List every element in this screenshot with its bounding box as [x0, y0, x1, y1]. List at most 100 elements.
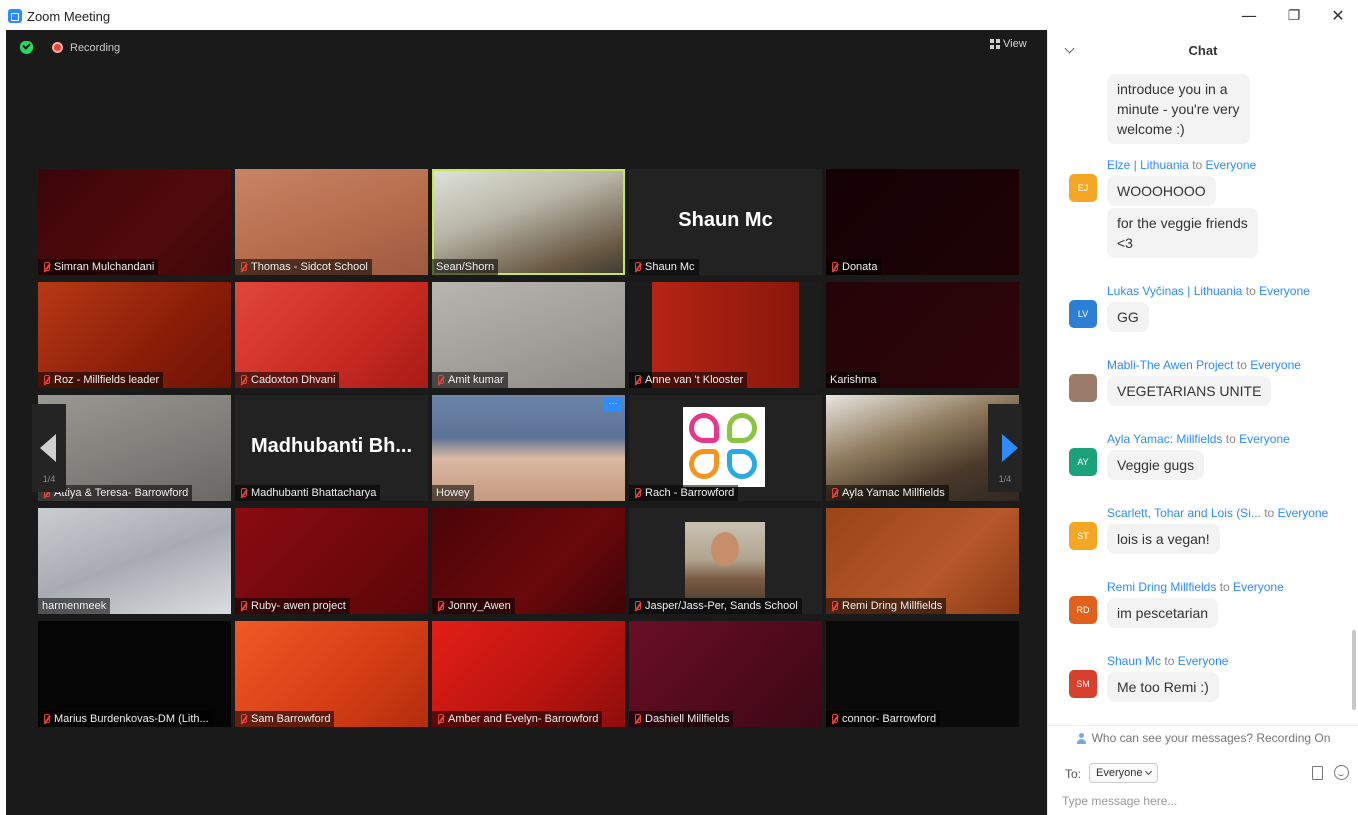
chat-sender-name[interactable]: Elze | Lithuania [1107, 158, 1189, 172]
participant-name-label: Sean/Shorn [432, 259, 499, 275]
participant-name: Attiya & Teresa- Barrowford [54, 487, 189, 499]
participant-name: harmenmeek [42, 600, 107, 612]
muted-microphone-icon [830, 487, 838, 499]
participant-name: Jonny_Awen [448, 600, 511, 612]
chat-sender-line: Lukas Vyčinas | Lithuania to Everyone [1107, 284, 1310, 298]
participant-tile[interactable]: Cadoxton Dhvani [235, 282, 428, 388]
participant-tile[interactable]: connor- Barrowford [826, 621, 1019, 727]
participant-name: Remi Dring Millfields [842, 600, 943, 612]
file-icon[interactable] [1312, 766, 1323, 780]
participant-name-label: Karishma [826, 372, 881, 388]
page-indicator: 1/4 [998, 474, 1012, 484]
chat-sender-line: Elze | Lithuania to Everyone [1107, 158, 1256, 172]
chat-sender-name[interactable]: Remi Dring Millfields [1107, 580, 1216, 594]
muted-microphone-icon [239, 261, 247, 273]
arrow-left-icon [40, 434, 56, 462]
chat-sender-line: Scarlett, Tohar and Lois (Si... to Every… [1107, 506, 1328, 520]
participant-name: Howey [436, 487, 470, 499]
chat-message-input[interactable] [1062, 790, 1347, 812]
close-button[interactable]: ✕ [1318, 4, 1358, 28]
zoom-logo-icon [8, 9, 22, 23]
participant-tile[interactable]: harmenmeek [38, 508, 231, 614]
participant-tile[interactable]: Ruby- awen project [235, 508, 428, 614]
chat-recipient: Everyone [1277, 506, 1329, 520]
chat-scrollbar[interactable] [1352, 630, 1356, 710]
video-gallery: Recording View Simran Mulchandani Thomas … [6, 30, 1047, 815]
chat-sender-name[interactable]: Scarlett, Tohar and Lois (Si... [1107, 506, 1261, 520]
participant-photo [685, 522, 765, 598]
participant-name-label: harmenmeek [38, 598, 111, 614]
chat-sender-line: Ayla Yamac: Millfields to Everyone [1107, 432, 1290, 446]
participant-display-name: Madhubanti Bh... [250, 435, 413, 457]
participant-tile[interactable]: Amber and Evelyn- Barrowford [432, 621, 625, 727]
participant-tile[interactable]: Amit kumar [432, 282, 625, 388]
participant-tile[interactable]: Sam Barrowford [235, 621, 428, 727]
message-visibility-link[interactable]: Who can see your messages? Recording On [1048, 731, 1358, 745]
participant-tile[interactable]: Dashiell Millfields [629, 621, 822, 727]
participant-name-label: Jonny_Awen [432, 598, 515, 614]
encryption-shield-icon[interactable] [20, 41, 33, 54]
recipient-select[interactable]: Everyone [1089, 763, 1159, 783]
chat-to-word: to [1264, 506, 1275, 520]
participant-tile[interactable]: ··· Howey [432, 395, 625, 501]
muted-microphone-icon [239, 713, 247, 725]
participant-tile[interactable]: Anne van 't Klooster [629, 282, 822, 388]
chat-message-bubble: introduce you in a minute - you're very … [1107, 74, 1250, 144]
muted-microphone-icon [633, 374, 641, 386]
chat-sender-name[interactable]: Lukas Vyčinas | Lithuania [1107, 284, 1242, 298]
participant-tile[interactable]: Shaun Mc Shaun Mc [629, 169, 822, 275]
chat-sender-name[interactable]: Ayla Yamac: Millfields [1107, 432, 1222, 446]
participant-name-label: Thomas - Sidcot School [235, 259, 372, 275]
participant-tile[interactable]: Madhubanti Bh... Madhubanti Bhattacharya [235, 395, 428, 501]
participant-tile[interactable]: Remi Dring Millfields [826, 508, 1019, 614]
chat-sender-line: Remi Dring Millfields to Everyone [1107, 580, 1284, 594]
participant-tile[interactable]: Roz - Millfields leader [38, 282, 231, 388]
participant-tile[interactable]: Rach - Barrowford [629, 395, 822, 501]
chat-sender-name[interactable]: Mabli-The Awen Project [1107, 358, 1234, 372]
chat-recipient: Everyone [1250, 358, 1301, 372]
muted-microphone-icon [830, 261, 838, 273]
participant-name: Shaun Mc [645, 261, 695, 273]
participant-tile[interactable]: Thomas - Sidcot School [235, 169, 428, 275]
muted-microphone-icon [42, 261, 50, 273]
next-page-button[interactable]: 1/4 [988, 404, 1022, 492]
chat-sender-line: Mabli-The Awen Project to Everyone [1107, 358, 1301, 372]
chat-recipient: Everyone [1259, 284, 1310, 298]
participant-name: Madhubanti Bhattacharya [251, 487, 377, 499]
participant-tile[interactable]: Jasper/Jass-Per, Sands School [629, 508, 822, 614]
restore-button[interactable]: ❐ [1274, 4, 1314, 28]
participant-name-label: Dashiell Millfields [629, 711, 734, 727]
chat-message-list[interactable]: introduce you in a minute - you're very … [1048, 30, 1348, 730]
muted-microphone-icon [633, 487, 641, 499]
participant-name-label: Remi Dring Millfields [826, 598, 947, 614]
chat-sender-name[interactable]: Shaun Mc [1107, 654, 1161, 668]
previous-page-button[interactable]: 1/4 [32, 404, 66, 492]
chevron-down-icon [1145, 767, 1153, 776]
participant-name: Dashiell Millfields [645, 713, 730, 725]
participant-tile[interactable]: Attiya & Teresa- Barrowford [38, 395, 231, 501]
participant-name-label: Madhubanti Bhattacharya [235, 485, 381, 501]
participant-name: Karishma [830, 374, 877, 386]
participant-name: Cadoxton Dhvani [251, 374, 336, 386]
participant-tile[interactable]: Simran Mulchandani [38, 169, 231, 275]
minimize-button[interactable]: — [1229, 4, 1269, 28]
participant-tile[interactable]: Sean/Shorn [432, 169, 625, 275]
chat-message-bubble: GG [1107, 302, 1149, 332]
chat-recipient: Everyone [1177, 654, 1229, 668]
emoji-icon[interactable] [1334, 765, 1349, 780]
participant-tile[interactable]: Marius Burdenkovas-DM (Lith... [38, 621, 231, 727]
participant-name: Sam Barrowford [251, 713, 331, 725]
chat-sender-line: Shaun Mc to Everyone [1107, 654, 1228, 668]
participant-name: Ayla Yamac Millfields [842, 487, 945, 499]
more-options-icon[interactable]: ··· [604, 398, 622, 412]
participant-tile[interactable]: Donata [826, 169, 1019, 275]
participant-tile[interactable]: Karishma [826, 282, 1019, 388]
view-button[interactable]: View [990, 38, 1027, 50]
muted-microphone-icon [633, 261, 641, 273]
participant-name-label: Rach - Barrowford [629, 485, 739, 501]
participant-name: connor- Barrowford [842, 713, 937, 725]
to-label: To: [1065, 767, 1082, 781]
participant-name: Simran Mulchandani [54, 261, 155, 273]
participant-tile[interactable]: Jonny_Awen [432, 508, 625, 614]
avatar: AY [1069, 448, 1097, 476]
